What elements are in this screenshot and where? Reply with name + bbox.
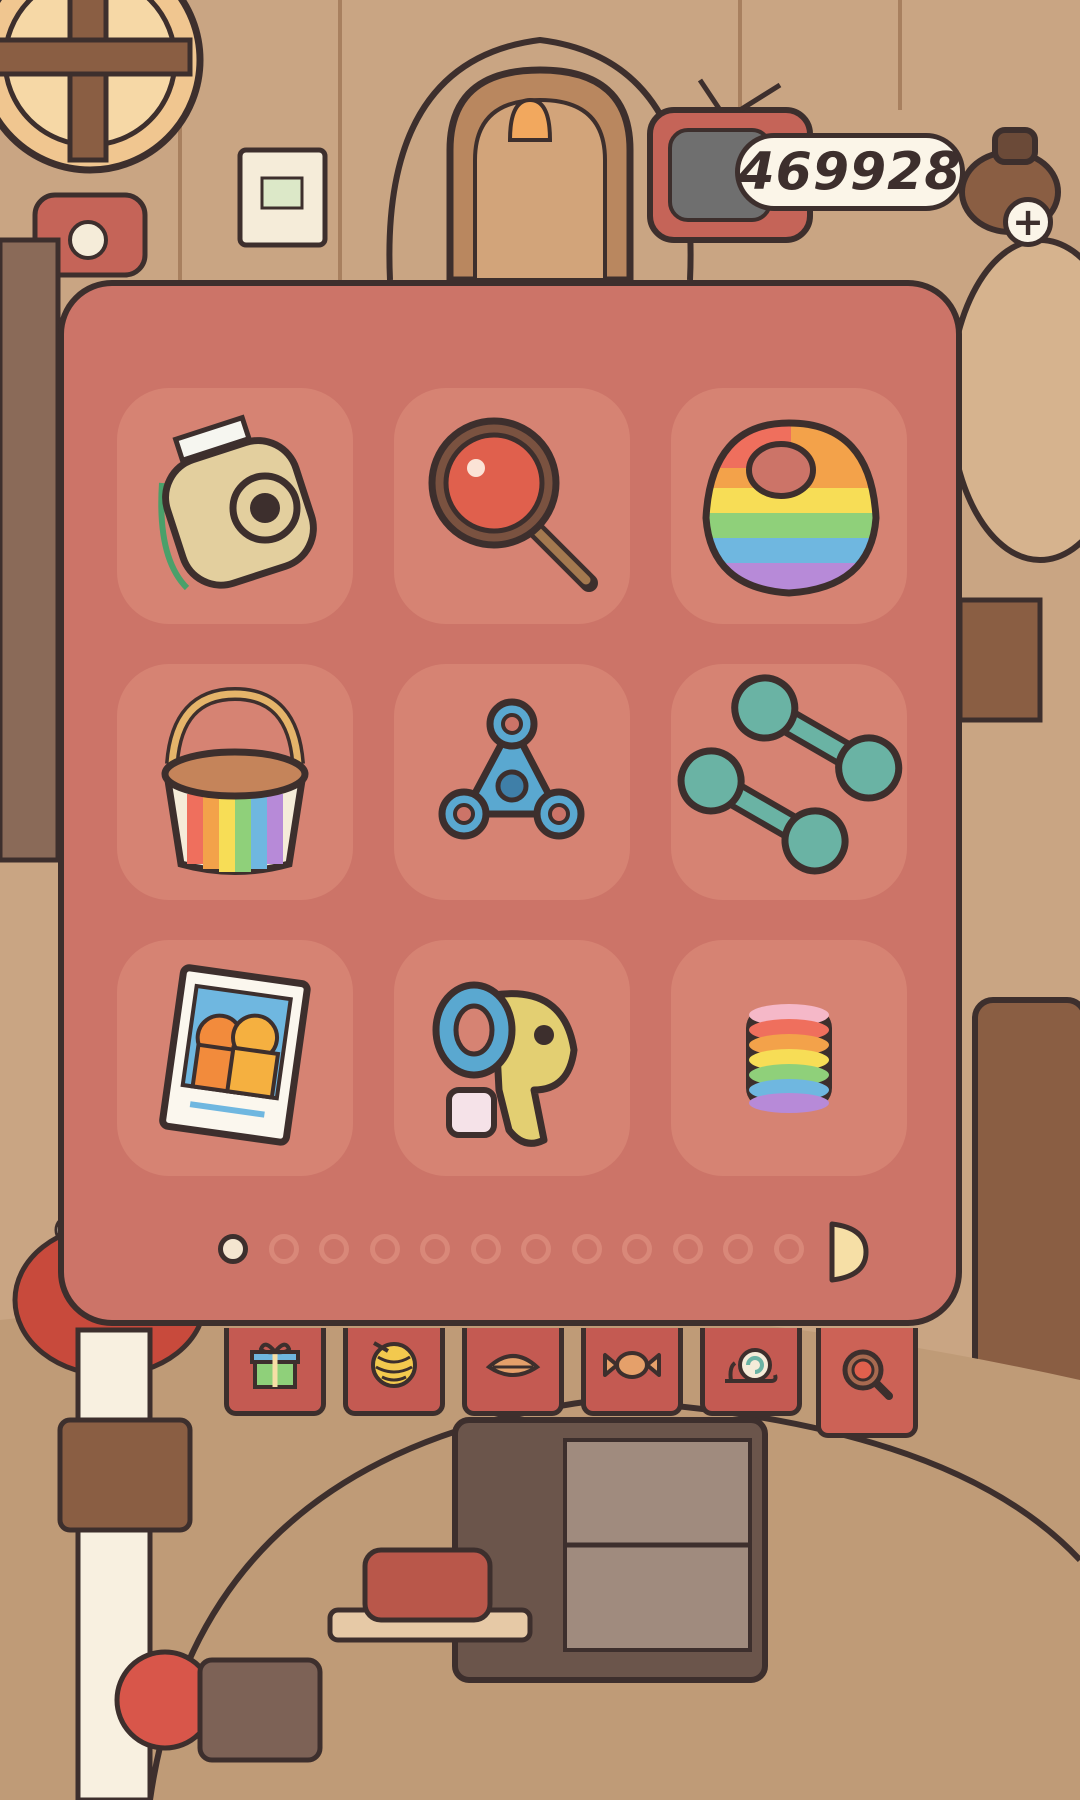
- page-dot[interactable]: [622, 1234, 652, 1264]
- add-coins-button[interactable]: +: [1003, 197, 1053, 247]
- dumbbells-icon: [677, 674, 903, 875]
- page-dot[interactable]: [319, 1234, 349, 1264]
- tab-candy[interactable]: [581, 1328, 683, 1416]
- item-slot-rainbow-bib[interactable]: [671, 388, 907, 624]
- photo-icon: [159, 964, 311, 1146]
- page-dot[interactable]: [268, 1234, 299, 1264]
- magnifying-glass-icon: [428, 417, 598, 592]
- tab-gift[interactable]: [224, 1328, 326, 1416]
- item-slot-magnifying-glass[interactable]: [394, 388, 630, 624]
- coin-value: 469928: [738, 142, 962, 202]
- rainbow-bucket-icon: [161, 686, 309, 875]
- instant-camera-icon: [158, 414, 317, 591]
- coin-counter: 469928: [735, 133, 965, 211]
- fidget-spinner-icon: [438, 698, 585, 840]
- gift-icon: [250, 1342, 300, 1389]
- item-slot-dumbbells[interactable]: [671, 664, 907, 900]
- candy-icon: [603, 1350, 661, 1379]
- next-page-arrow-icon[interactable]: [826, 1218, 870, 1286]
- tab-leaf[interactable]: [462, 1328, 564, 1416]
- tab-yarn[interactable]: [343, 1328, 445, 1416]
- page-dot[interactable]: [672, 1234, 703, 1264]
- tab-snail[interactable]: [700, 1328, 802, 1416]
- item-slot-fidget-spinner[interactable]: [394, 664, 630, 900]
- item-slot-rainbow-slinky[interactable]: [671, 940, 907, 1176]
- item-slot-bubble-gun[interactable]: [394, 940, 630, 1176]
- item-slot-rainbow-bucket[interactable]: [117, 664, 353, 900]
- page-dot[interactable]: [470, 1234, 501, 1264]
- page-dot[interactable]: [521, 1234, 551, 1264]
- page-dot[interactable]: [218, 1234, 248, 1264]
- yarn-ball-icon: [371, 1340, 417, 1388]
- page-dot[interactable]: [369, 1234, 400, 1264]
- page-dot[interactable]: [773, 1234, 804, 1264]
- page-dot[interactable]: [571, 1234, 602, 1264]
- plus-icon: +: [1012, 200, 1044, 244]
- leaf-icon: [485, 1353, 541, 1377]
- snail-icon: [725, 1347, 778, 1383]
- page-dot[interactable]: [420, 1234, 450, 1264]
- item-slot-photo[interactable]: [117, 940, 353, 1176]
- item-slot-instant-camera[interactable]: [117, 388, 353, 624]
- rainbow-bib-icon: [702, 419, 880, 597]
- rainbow-slinky-icon: [746, 1004, 832, 1113]
- bubble-gun-icon: [432, 981, 578, 1147]
- tab-magnifier[interactable]: [816, 1328, 918, 1438]
- page-dot[interactable]: [723, 1234, 753, 1264]
- magnifier-icon: [842, 1349, 893, 1401]
